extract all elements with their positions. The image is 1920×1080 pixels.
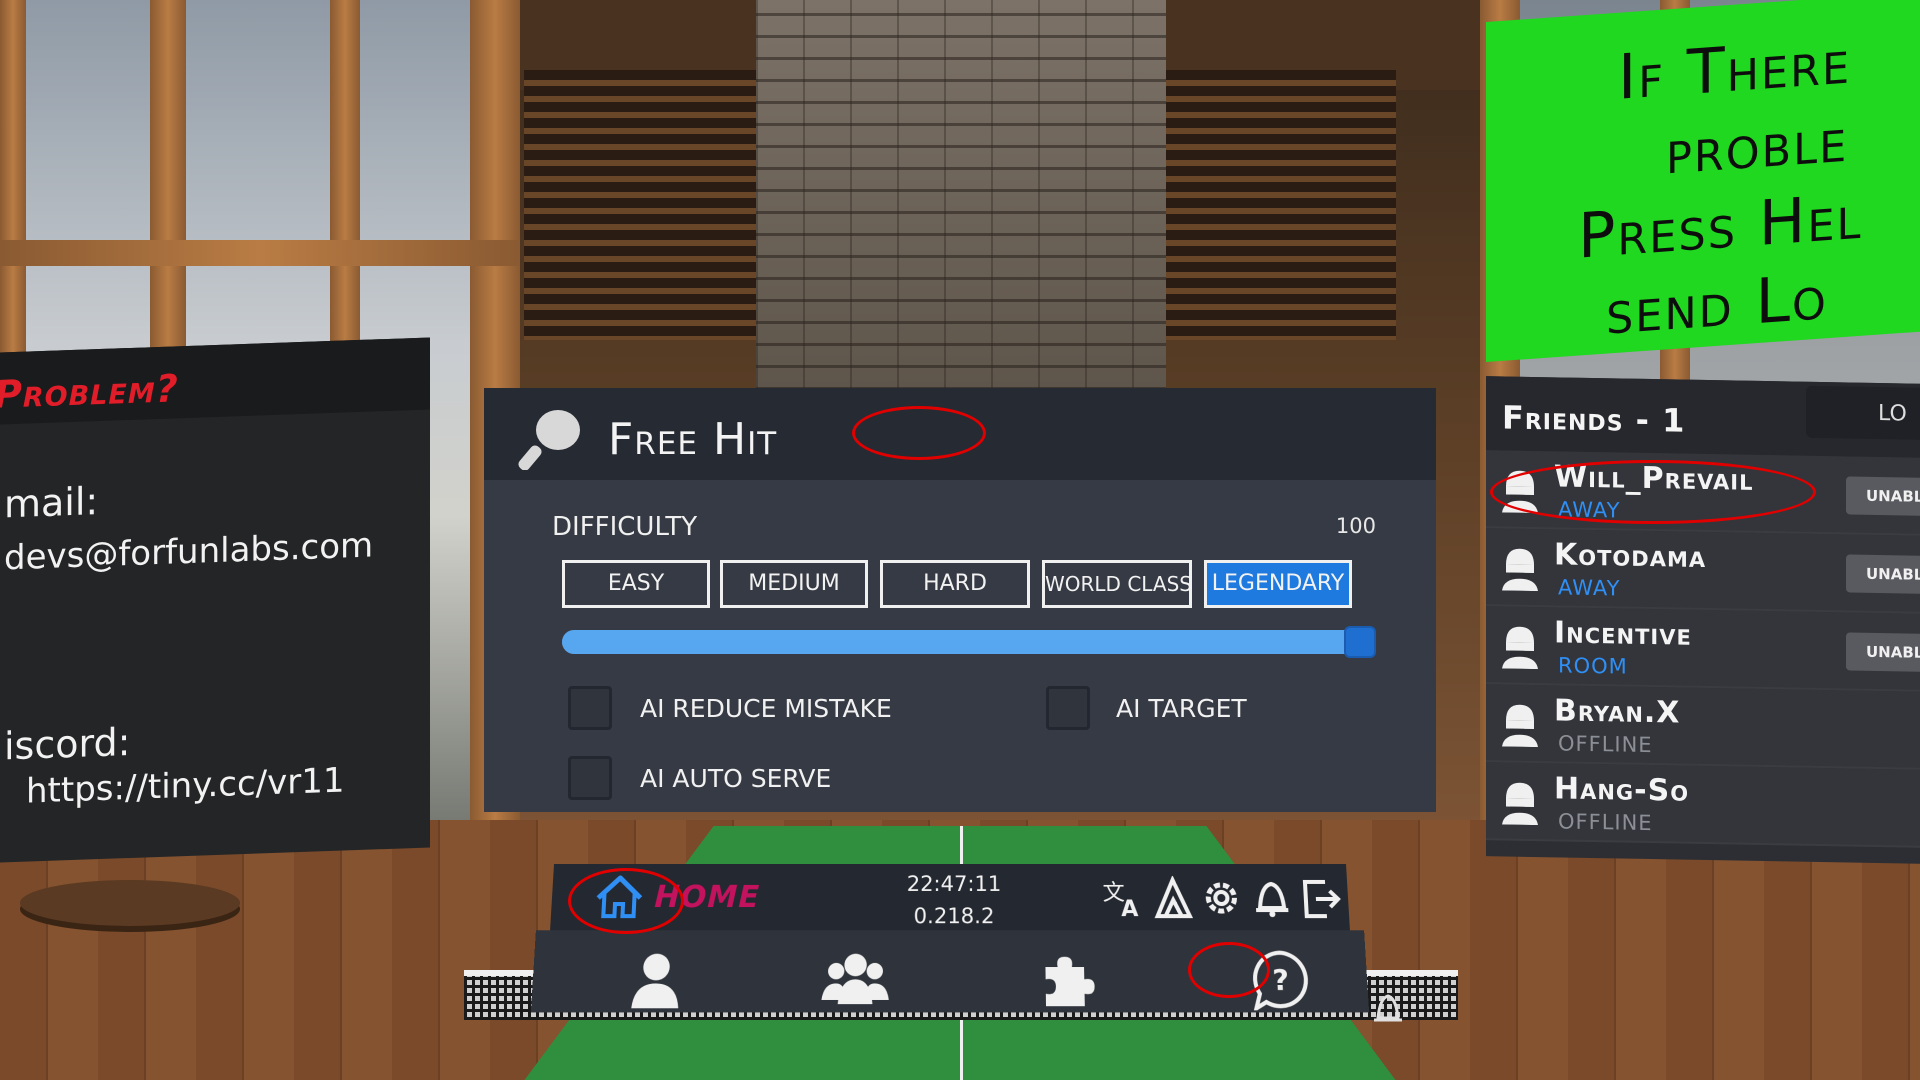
ai-reduce-mistake-checkbox[interactable] [568,686,612,730]
notification-bell-icon[interactable] [1249,876,1295,920]
friend-name: Kotodama [1554,537,1707,576]
group-icon[interactable] [819,949,891,1011]
friend-avatar-icon [1502,782,1538,826]
panel-title: Free Hit [608,414,778,465]
ai-auto-serve-label: AI AUTO SERVE [640,764,832,793]
info-title: Problem? [0,366,179,417]
friend-status: OFFLINE [1558,809,1653,836]
friend-status: ROOM [1558,653,1628,679]
difficulty-slider-track[interactable] [562,630,1362,654]
version-label: 0.218.2 [913,904,995,929]
friends-tab-button[interactable]: LO [1806,385,1920,440]
friend-action-button[interactable]: UNABL [1846,632,1920,672]
annotation-circle-title [852,406,986,460]
friend-status: AWAY [1558,575,1621,601]
table-bell-icon [1374,994,1402,1022]
friend-name: Bryan.X [1554,693,1681,731]
annotation-circle-home [568,868,684,934]
friend-row[interactable]: Incentive ROOM UNABL [1486,606,1920,692]
clock: 22:47:11 [906,871,1002,896]
friend-status: OFFLINE [1558,731,1653,758]
difficulty-world-class-button[interactable]: WORLD CLASS [1042,560,1192,608]
paddle-icon [518,410,580,470]
difficulty-legendary-button[interactable]: LEGENDARY [1204,560,1352,608]
difficulty-medium-button[interactable]: MEDIUM [720,560,868,608]
svg-text:A: A [1121,897,1139,920]
friend-row[interactable]: Bryan.X OFFLINE [1486,684,1920,770]
left-vent [524,70,756,340]
help-sign: If There proble Press Hel send Lo [1486,0,1920,362]
difficulty-label: DIFFICULTY [552,512,698,542]
friend-avatar-icon [1502,626,1538,670]
friend-row[interactable]: Kotodama AWAY UNABL [1486,528,1920,614]
gear-icon[interactable] [1198,876,1244,920]
contact-info-board: Problem? mail: devs@forfunlabs.com iscor… [0,337,430,863]
difficulty-easy-button[interactable]: EASY [562,560,710,608]
ai-target-label: AI TARGET [1116,694,1247,723]
friend-row[interactable]: Hang-So OFFLINE [1486,762,1920,848]
friends-panel: Friends - 1 LO Will_Prevail AWAY UNABL Koto… [1486,376,1920,864]
right-vent [1166,70,1396,340]
exit-icon[interactable] [1299,876,1346,920]
discord-label: iscord: [4,719,131,769]
profile-icon[interactable] [619,949,693,1011]
avatar-mode-icon[interactable] [1150,876,1196,920]
friend-action-button[interactable]: UNABL [1846,476,1920,516]
annotation-circle-help [1188,942,1270,998]
friend-action-button[interactable]: UNABL [1846,554,1920,594]
difficulty-hard-button[interactable]: HARD [880,560,1030,608]
ai-auto-serve-checkbox[interactable] [568,756,612,800]
stone-chimney [756,0,1166,390]
ai-reduce-mistake-label: AI REDUCE MISTAKE [640,694,892,723]
friend-name: Incentive [1554,615,1692,653]
puzzle-icon[interactable] [1031,949,1103,1011]
discord-value: https://tiny.cc/vr11 [26,760,345,812]
friends-title: Friends - 1 [1502,398,1686,440]
email-value: devs@forfunlabs.com [4,525,374,579]
difficulty-slider-fill [562,630,1362,654]
ai-target-checkbox[interactable] [1046,686,1090,730]
annotation-circle-friend [1490,460,1816,524]
difficulty-value: 100 [1335,514,1376,538]
friend-avatar-icon [1502,704,1538,748]
friend-name: Hang-So [1554,771,1690,809]
email-label: mail: [4,479,99,527]
side-table [20,880,240,926]
friend-avatar-icon [1502,548,1538,592]
difficulty-slider-handle[interactable] [1344,626,1376,658]
svg-text:?: ? [1272,963,1290,997]
translate-icon[interactable]: 文 A [1100,876,1145,920]
